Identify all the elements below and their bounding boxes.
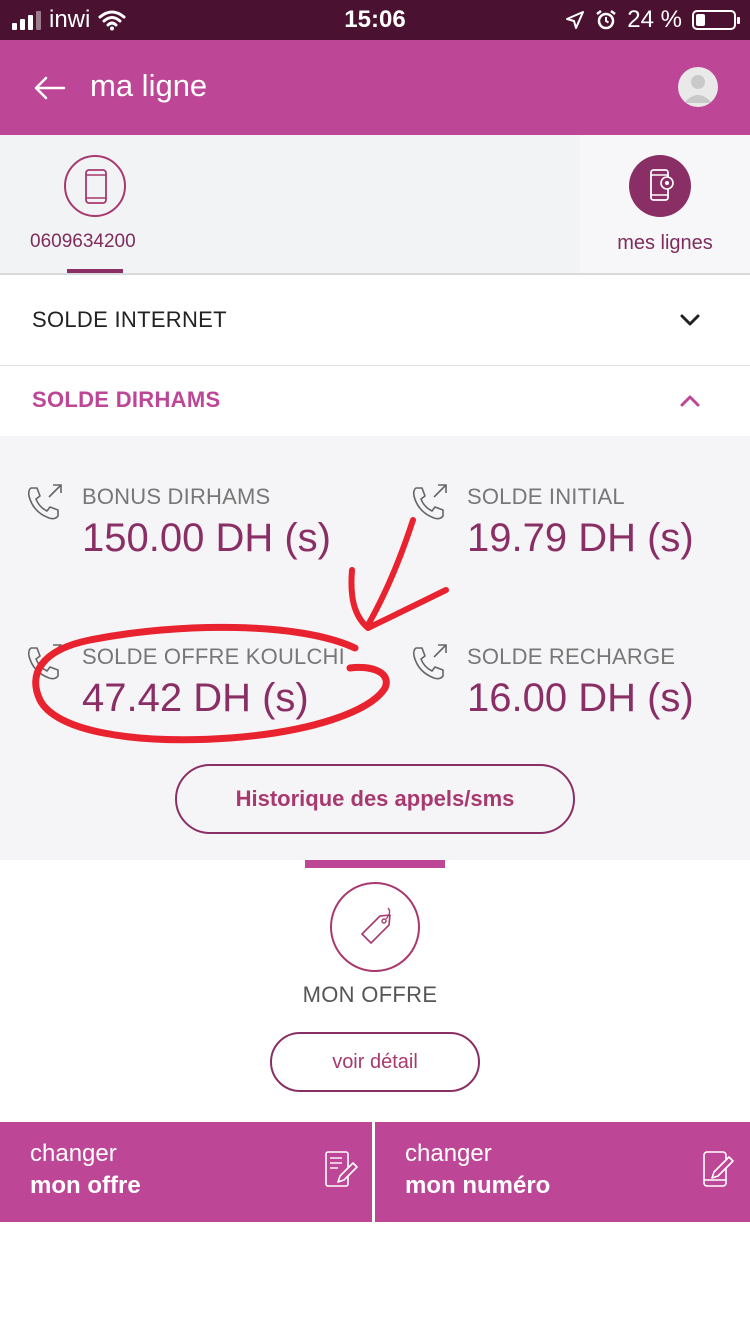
phone-icon bbox=[85, 169, 107, 204]
offer-title: MON OFFRE bbox=[302, 982, 438, 1007]
phone-number: 0609634200 bbox=[30, 231, 136, 252]
balance-value: 19.79 DH (s) bbox=[467, 516, 694, 560]
offer-circle bbox=[330, 882, 420, 972]
page-title: ma ligne bbox=[90, 68, 208, 103]
balance-label: SOLDE INITIAL bbox=[467, 484, 625, 509]
chevron-up-icon bbox=[680, 395, 700, 407]
change-offer-button[interactable]: changer mon offre bbox=[0, 1122, 372, 1222]
balance-value: 150.00 DH (s) bbox=[82, 516, 331, 560]
dirhams-balance-label: SOLDE DIRHAMS bbox=[32, 387, 221, 412]
accordion-internet[interactable]: SOLDE INTERNET bbox=[0, 275, 750, 366]
outgoing-call-icon bbox=[27, 644, 62, 680]
chevron-down-icon bbox=[680, 314, 700, 326]
back-arrow-icon[interactable] bbox=[30, 68, 70, 108]
outgoing-call-icon bbox=[412, 484, 447, 520]
app-bar: ma ligne bbox=[0, 40, 750, 135]
balance-label: SOLDE OFFRE KOULCHI bbox=[82, 644, 345, 669]
edit-phone-icon bbox=[703, 1151, 734, 1187]
battery-percent: 24 % bbox=[627, 6, 682, 33]
alarm-icon bbox=[596, 10, 617, 30]
dirhams-panel: BONUS DIRHAMS 150.00 DH (s) SOLDE INITIA… bbox=[0, 436, 750, 860]
outgoing-call-icon bbox=[27, 484, 62, 520]
phone-settings-icon bbox=[650, 169, 674, 201]
change-number-line2: mon numéro bbox=[405, 1172, 551, 1199]
change-number-line1: changer bbox=[405, 1140, 492, 1167]
active-tab-indicator bbox=[67, 269, 123, 273]
offer-divider bbox=[305, 860, 445, 868]
change-number-button[interactable]: changer mon numéro bbox=[375, 1122, 750, 1222]
battery-icon bbox=[692, 10, 740, 30]
change-offer-line2: mon offre bbox=[30, 1172, 141, 1199]
phone-circle bbox=[64, 155, 126, 217]
balance-label: SOLDE RECHARGE bbox=[467, 644, 676, 669]
line-selector: 0609634200 mes lignes bbox=[0, 135, 750, 275]
balance-label: BONUS DIRHAMS bbox=[82, 484, 271, 509]
accordion-dirhams[interactable]: SOLDE DIRHAMS bbox=[0, 366, 750, 436]
internet-balance-label: SOLDE INTERNET bbox=[32, 307, 227, 332]
manage-lines-circle bbox=[629, 155, 691, 217]
status-bar: inwi 15:06 24 % bbox=[0, 0, 750, 40]
my-lines-label: mes lignes bbox=[617, 232, 713, 254]
balance-value: 16.00 DH (s) bbox=[467, 676, 694, 720]
call-history-button[interactable]: Historique des appels/sms bbox=[175, 764, 575, 834]
location-arrow-icon bbox=[566, 11, 585, 29]
outgoing-call-icon bbox=[412, 644, 447, 680]
user-icon bbox=[684, 75, 712, 103]
balance-value: 47.42 DH (s) bbox=[82, 676, 309, 720]
view-detail-button[interactable]: voir détail bbox=[270, 1032, 480, 1092]
avatar[interactable] bbox=[678, 67, 718, 107]
edit-document-icon bbox=[325, 1151, 358, 1187]
price-tag-icon bbox=[361, 907, 391, 944]
my-lines-button[interactable]: mes lignes bbox=[580, 135, 750, 273]
current-line-tab[interactable]: 0609634200 bbox=[0, 135, 580, 273]
change-offer-line1: changer bbox=[30, 1140, 117, 1167]
